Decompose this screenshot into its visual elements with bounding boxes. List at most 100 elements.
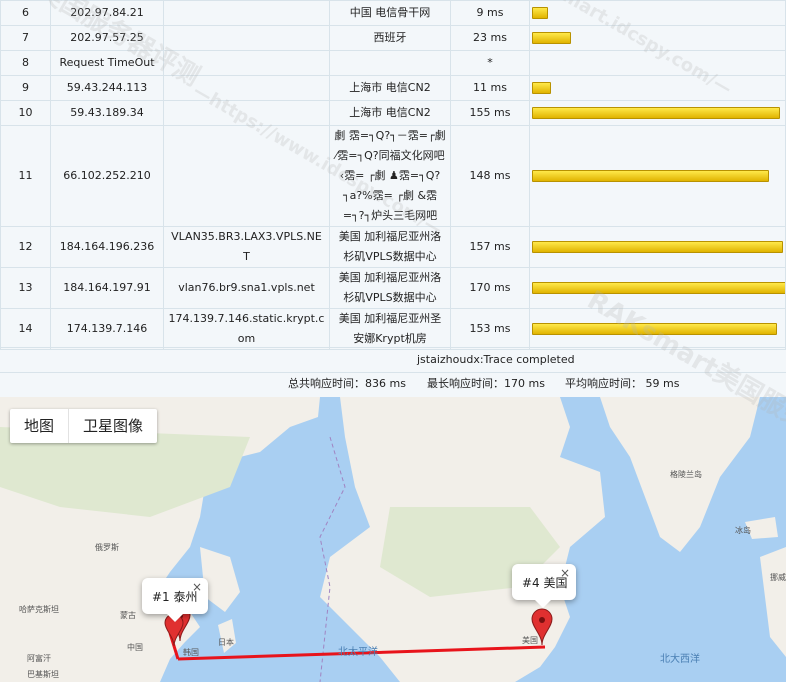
hop-row: 6 202.97.84.21 中国 电信骨干网 9 ms bbox=[0, 0, 786, 26]
hop-location: 上海市 电信CN2 bbox=[329, 75, 451, 101]
latency-bar bbox=[532, 241, 783, 253]
hop-location: 劇 霑=┐Q?┐－霑=┌劇 ⁄霑=┐Q?同福文化网吧 ‹霑= ┌劇 ♟霑=┐Q?… bbox=[329, 125, 451, 227]
hop-time: 148 ms bbox=[450, 125, 530, 227]
label-kazakhstan: 哈萨克斯坦 bbox=[19, 605, 59, 614]
marker-4-infowindow: #4 美国 × bbox=[512, 564, 576, 608]
hop-ip: 59.43.244.113 bbox=[50, 75, 164, 101]
marker-1-infowindow: #1 泰州 × bbox=[142, 578, 208, 622]
label-pakistan: 巴基斯坦 bbox=[27, 670, 59, 679]
hop-hostname bbox=[163, 25, 330, 51]
infowindow-pointer bbox=[535, 600, 551, 608]
hop-row: 10 59.43.189.34 上海市 电信CN2 155 ms bbox=[0, 100, 786, 126]
hop-hostname bbox=[163, 75, 330, 101]
map-type-control: 地图 卫星图像 bbox=[10, 409, 158, 443]
label-mongolia: 蒙古 bbox=[120, 611, 136, 620]
hop-ip: 184.164.196.236 bbox=[50, 226, 164, 268]
label-korea: 韩国 bbox=[183, 648, 199, 657]
avg-time: 平均响应时间： 59 ms bbox=[565, 377, 680, 390]
hop-location bbox=[329, 50, 451, 76]
hop-location: 美国 加利福尼亚州洛杉矶VPLS数据中心 bbox=[329, 267, 451, 309]
hop-number: 10 bbox=[0, 100, 51, 126]
hop-hostname: VLAN35.BR3.LAX3.VPLS.NET bbox=[163, 226, 330, 268]
hop-ip: 66.102.252.210 bbox=[50, 125, 164, 227]
hop-row: 9 59.43.244.113 上海市 电信CN2 11 ms bbox=[0, 75, 786, 101]
hop-ip: 202.97.57.25 bbox=[50, 25, 164, 51]
hop-bar-cell bbox=[529, 25, 786, 51]
hop-number: 7 bbox=[0, 25, 51, 51]
label-japan: 日本 bbox=[218, 638, 234, 647]
hop-number: 6 bbox=[0, 0, 51, 26]
hop-hostname bbox=[163, 50, 330, 76]
hop-hostname bbox=[163, 100, 330, 126]
hop-ip: Request TimeOut bbox=[50, 50, 164, 76]
hop-ip: 59.43.189.34 bbox=[50, 100, 164, 126]
hop-time: 153 ms bbox=[450, 308, 530, 350]
hop-number: 9 bbox=[0, 75, 51, 101]
hop-bar-cell bbox=[529, 100, 786, 126]
hop-bar-cell bbox=[529, 125, 786, 227]
hop-time: 170 ms bbox=[450, 267, 530, 309]
hop-location: 美国 加利福尼亚州圣安娜Krypt机房 bbox=[329, 308, 451, 350]
traceroute-panel: 6 202.97.84.21 中国 电信骨干网 9 ms 7 202.97.57.25 西班… bbox=[0, 0, 786, 397]
hop-bar-cell bbox=[529, 226, 786, 268]
latency-bar bbox=[532, 282, 785, 294]
hop-location: 上海市 电信CN2 bbox=[329, 100, 451, 126]
hop-time: 9 ms bbox=[450, 0, 530, 26]
hop-number: 8 bbox=[0, 50, 51, 76]
latency-bar bbox=[532, 107, 780, 119]
hop-row: 14 174.139.7.146 174.139.7.146.static.kryp… bbox=[0, 308, 786, 350]
hop-bar-cell bbox=[529, 308, 786, 350]
satellite-tab[interactable]: 卫星图像 bbox=[68, 409, 157, 443]
hop-location: 美国 加利福尼亚州洛杉矶VPLS数据中心 bbox=[329, 226, 451, 268]
hop-number: 12 bbox=[0, 226, 51, 268]
latency-bar bbox=[532, 323, 777, 335]
latency-bar bbox=[532, 7, 548, 19]
hop-number: 14 bbox=[0, 308, 51, 350]
hop-bar-cell bbox=[529, 50, 786, 76]
route-map[interactable]: 地图 卫星图像 #1 泰州 × #4 美国 × 格陵兰岛 冰岛 俄罗斯 蒙古 哈… bbox=[0, 397, 786, 682]
label-china: 中国 bbox=[127, 643, 143, 652]
total-time: 总共响应时间：836 ms bbox=[288, 377, 406, 390]
hop-bar-cell bbox=[529, 267, 786, 309]
latency-bar bbox=[532, 32, 571, 44]
trace-completed-row: jstaizhoudx:Trace completed bbox=[0, 347, 786, 373]
hop-ip: 184.164.197.91 bbox=[50, 267, 164, 309]
map-tab[interactable]: 地图 bbox=[10, 409, 68, 443]
max-time: 最长响应时间：170 ms bbox=[427, 377, 545, 390]
hop-location: 中国 电信骨干网 bbox=[329, 0, 451, 26]
label-iceland: 冰岛 bbox=[735, 526, 751, 535]
infowindow-pointer bbox=[167, 614, 183, 622]
hop-hostname bbox=[163, 125, 330, 227]
hop-row: 11 66.102.252.210 劇 霑=┐Q?┐－霑=┌劇 ⁄霑=┐Q?同福文化… bbox=[0, 125, 786, 227]
land-europe bbox=[760, 547, 786, 657]
hop-ip: 174.139.7.146 bbox=[50, 308, 164, 350]
hop-time: 157 ms bbox=[450, 226, 530, 268]
label-greenland: 格陵兰岛 bbox=[670, 470, 702, 479]
hop-time: 155 ms bbox=[450, 100, 530, 126]
hop-bar-cell bbox=[529, 0, 786, 26]
label-usa: 美国 bbox=[522, 636, 538, 645]
close-icon[interactable]: × bbox=[192, 580, 202, 594]
hop-ip: 202.97.84.21 bbox=[50, 0, 164, 26]
label-north-pacific: 北太平洋 bbox=[338, 647, 378, 658]
hop-hostname bbox=[163, 0, 330, 26]
trace-completed-text: jstaizhoudx:Trace completed bbox=[417, 353, 575, 366]
latency-bar bbox=[532, 82, 551, 94]
hop-number: 11 bbox=[0, 125, 51, 227]
latency-bar bbox=[532, 170, 769, 182]
trace-summary: 总共响应时间：836 ms 最长响应时间：170 ms 平均响应时间： 59 m… bbox=[0, 371, 786, 397]
hop-hostname: vlan76.br9.sna1.vpls.net bbox=[163, 267, 330, 309]
hop-time: 23 ms bbox=[450, 25, 530, 51]
hop-location: 西班牙 bbox=[329, 25, 451, 51]
hop-number: 13 bbox=[0, 267, 51, 309]
label-russia: 俄罗斯 bbox=[95, 543, 119, 552]
hop-bar-cell bbox=[529, 75, 786, 101]
hop-time: 11 ms bbox=[450, 75, 530, 101]
label-afghanistan: 阿富汗 bbox=[27, 654, 51, 663]
hop-hostname: 174.139.7.146.static.krypt.com bbox=[163, 308, 330, 350]
label-norway: 挪威 bbox=[770, 573, 786, 582]
close-icon[interactable]: × bbox=[560, 566, 570, 580]
hop-row: 12 184.164.196.236 VLAN35.BR3.LAX3.VPLS.NE… bbox=[0, 226, 786, 268]
label-north-atlantic: 北大西洋 bbox=[660, 654, 700, 665]
marker-1-label: #1 泰州 bbox=[152, 590, 198, 604]
